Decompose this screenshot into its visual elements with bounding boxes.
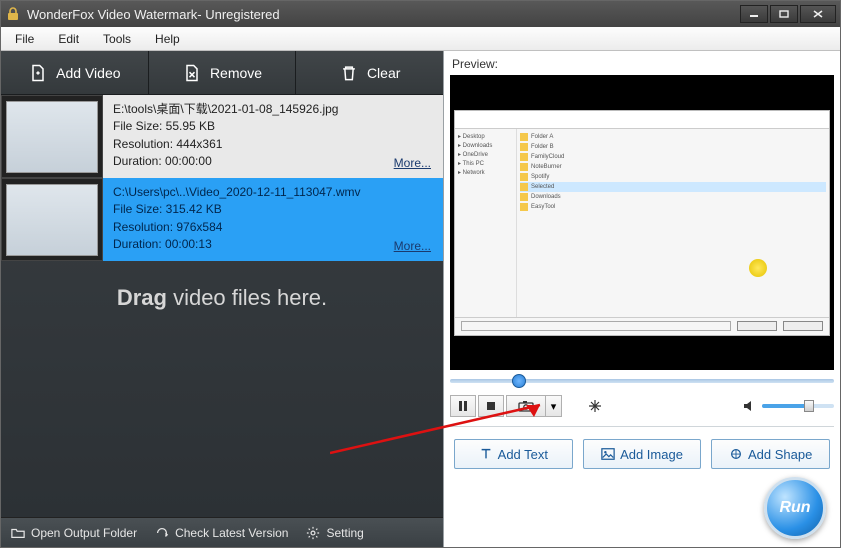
- file-resolution: Resolution: 444x361: [113, 136, 433, 153]
- trash-icon: [339, 63, 359, 83]
- setting-label: Setting: [326, 526, 363, 540]
- add-shape-label: Add Shape: [748, 447, 812, 462]
- camera-icon: [518, 400, 534, 412]
- menubar: File Edit Tools Help: [1, 27, 840, 51]
- preview-frame: ▸ Desktop▸ Downloads▸ OneDrive▸ This PC▸…: [454, 110, 830, 336]
- sparkle-icon: [588, 399, 602, 413]
- window-title: WonderFox Video Watermark- Unregistered: [27, 7, 738, 22]
- toolbar: Add Video Remove Clear: [1, 51, 443, 95]
- preview-label: Preview:: [444, 51, 840, 73]
- add-text-label: Add Text: [498, 447, 548, 462]
- add-image-label: Add Image: [620, 447, 683, 462]
- list-item[interactable]: E:\tools\桌面\下载\2021-01-08_145926.jpg Fil…: [1, 95, 443, 178]
- menu-tools[interactable]: Tools: [97, 29, 149, 49]
- bottom-bar: Open Output Folder Check Latest Version …: [1, 517, 443, 547]
- gear-icon: [306, 526, 320, 540]
- more-link[interactable]: More...: [394, 238, 431, 255]
- file-resolution: Resolution: 976x584: [113, 219, 433, 236]
- thumbnail: [1, 95, 103, 178]
- seek-bar[interactable]: [450, 374, 834, 388]
- preview-area: ▸ Desktop▸ Downloads▸ OneDrive▸ This PC▸…: [450, 75, 834, 370]
- close-button[interactable]: [800, 5, 836, 23]
- snapshot-dropdown[interactable]: ▾: [546, 395, 562, 417]
- clear-button[interactable]: Clear: [296, 51, 443, 94]
- file-list: E:\tools\桌面\下载\2021-01-08_145926.jpg Fil…: [1, 95, 443, 517]
- add-file-icon: [28, 63, 48, 83]
- add-video-label: Add Video: [56, 65, 120, 81]
- pause-button[interactable]: [450, 395, 476, 417]
- file-info: E:\tools\桌面\下载\2021-01-08_145926.jpg Fil…: [103, 95, 443, 178]
- shape-icon: [729, 447, 743, 461]
- run-button[interactable]: Run: [764, 477, 826, 539]
- add-row: Add Text Add Image Add Shape: [444, 427, 840, 477]
- titlebar: WonderFox Video Watermark- Unregistered: [1, 1, 840, 27]
- thumbnail: [1, 178, 103, 261]
- volume-icon: [742, 399, 756, 413]
- open-output-label: Open Output Folder: [31, 526, 137, 540]
- menu-edit[interactable]: Edit: [52, 29, 97, 49]
- stop-button[interactable]: [478, 395, 504, 417]
- effect-button[interactable]: [582, 395, 608, 417]
- right-panel: Preview: ▸ Desktop▸ Downloads▸ OneDrive▸…: [443, 51, 840, 547]
- folder-icon: [11, 526, 25, 540]
- remove-button[interactable]: Remove: [149, 51, 297, 94]
- file-duration: Duration: 00:00:13: [113, 236, 433, 253]
- check-version-label: Check Latest Version: [175, 526, 288, 540]
- remove-label: Remove: [210, 65, 262, 81]
- remove-file-icon: [182, 63, 202, 83]
- file-duration: Duration: 00:00:00: [113, 153, 433, 170]
- menu-help[interactable]: Help: [149, 29, 198, 49]
- lock-icon: [5, 6, 21, 22]
- file-size: File Size: 55.95 KB: [113, 118, 433, 135]
- run-label: Run: [779, 499, 810, 517]
- image-icon: [601, 447, 615, 461]
- seek-thumb[interactable]: [512, 374, 526, 388]
- minimize-button[interactable]: [740, 5, 768, 23]
- add-text-button[interactable]: Add Text: [454, 439, 573, 469]
- refresh-icon: [155, 526, 169, 540]
- playback-controls: ▾: [450, 392, 834, 420]
- drag-hint-bold: Drag: [117, 285, 167, 310]
- open-output-button[interactable]: Open Output Folder: [11, 526, 137, 540]
- snapshot-button[interactable]: [506, 395, 546, 417]
- check-version-button[interactable]: Check Latest Version: [155, 526, 288, 540]
- file-path: C:\Users\pc\..\Video_2020-12-11_113047.w…: [113, 184, 433, 201]
- drag-hint-rest: video files here.: [167, 285, 327, 310]
- maximize-button[interactable]: [770, 5, 798, 23]
- add-image-button[interactable]: Add Image: [583, 439, 702, 469]
- add-shape-button[interactable]: Add Shape: [711, 439, 830, 469]
- highlight-dot: [749, 259, 767, 277]
- file-info: C:\Users\pc\..\Video_2020-12-11_113047.w…: [103, 178, 443, 261]
- menu-file[interactable]: File: [9, 29, 52, 49]
- drag-hint: Drag video files here.: [1, 285, 443, 311]
- setting-button[interactable]: Setting: [306, 526, 363, 540]
- left-panel: Add Video Remove Clear E:\tools\桌面\下载\20…: [1, 51, 443, 547]
- text-icon: [479, 447, 493, 461]
- add-video-button[interactable]: Add Video: [1, 51, 149, 94]
- list-item[interactable]: C:\Users\pc\..\Video_2020-12-11_113047.w…: [1, 178, 443, 261]
- clear-label: Clear: [367, 65, 400, 81]
- file-path: E:\tools\桌面\下载\2021-01-08_145926.jpg: [113, 101, 433, 118]
- volume-slider[interactable]: [762, 404, 834, 408]
- volume-thumb[interactable]: [804, 400, 814, 412]
- file-size: File Size: 315.42 KB: [113, 201, 433, 218]
- more-link[interactable]: More...: [394, 155, 431, 172]
